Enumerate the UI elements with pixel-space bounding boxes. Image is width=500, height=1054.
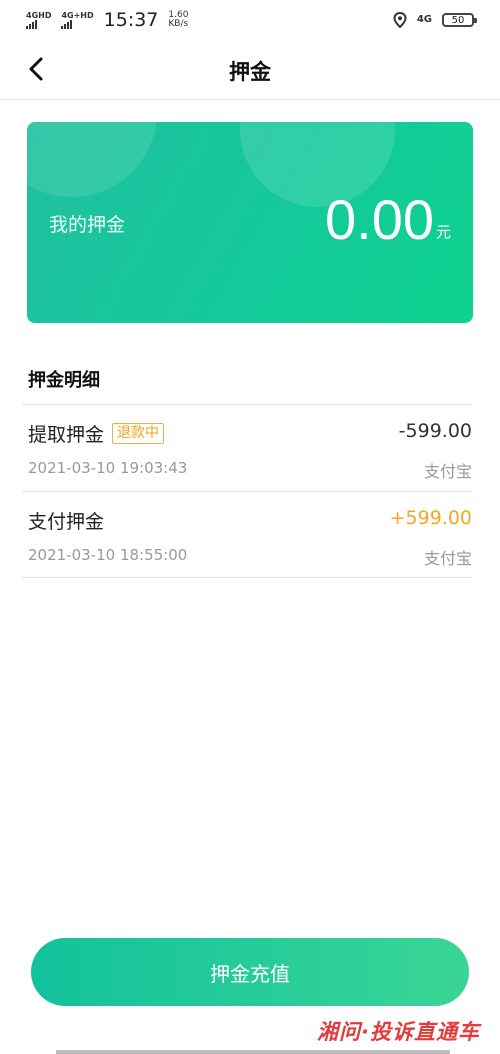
network-label: 4G+HD — [61, 11, 94, 20]
deposit-label: 我的押金 — [49, 214, 126, 236]
details-title: 押金明细 — [28, 370, 100, 391]
record-payment-method: 支付宝 — [423, 549, 472, 568]
location-icon — [393, 12, 407, 28]
deposit-amount-unit: 元 — [435, 223, 451, 241]
watermark: 湘问·投诉直通车 — [317, 1020, 480, 1044]
list-item[interactable]: 支付押金 +599.00 2021-03-10 18:55:00 支付宝 — [22, 491, 472, 578]
deposit-detail-list: 提取押金 退款中 -599.00 2021-03-10 19:03:43 支付宝… — [22, 404, 472, 578]
status-bar: 4GHD 4G+HD 15:37 1.60 KB/s 4G 50 — [0, 0, 500, 40]
record-payment-method: 支付宝 — [423, 462, 472, 481]
speed-unit: KB/s — [168, 19, 189, 29]
network-4g-icon: 4G — [416, 14, 432, 25]
signal-bars-icon — [26, 20, 37, 29]
status-badge: 退款中 — [112, 423, 165, 444]
status-time: 15:37 — [103, 9, 159, 31]
deposit-amount-value: 0.00 — [324, 188, 434, 251]
record-title-text: 提取押金 — [28, 424, 105, 446]
status-bar-right: 4G 50 — [393, 12, 477, 28]
record-title: 提取押金 退款中 — [28, 420, 165, 447]
record-title-text: 支付押金 — [28, 511, 105, 533]
record-time: 2021-03-10 19:03:43 — [28, 459, 188, 477]
network-indicator-2: 4G+HD — [61, 11, 94, 29]
network-indicator-1: 4GHD — [26, 11, 51, 29]
record-title: 支付押金 — [28, 507, 104, 534]
nav-bar: 押金 — [0, 40, 500, 100]
deposit-amount: 0.00 元 — [325, 190, 451, 250]
record-amount: -599.00 — [398, 420, 472, 442]
network-speed: 1.60 KB/s — [168, 11, 188, 29]
battery-icon: 50 — [442, 13, 477, 27]
record-amount: +599.00 — [389, 507, 472, 529]
card-decoration — [27, 122, 157, 197]
record-time: 2021-03-10 18:55:00 — [28, 546, 188, 564]
deposit-card: 我的押金 0.00 元 — [27, 122, 473, 323]
signal-bars-icon — [61, 20, 73, 29]
status-bar-left: 4GHD 4G+HD 15:37 1.60 KB/s — [26, 9, 188, 31]
page-title: 押金 — [229, 60, 271, 84]
home-indicator — [56, 1050, 450, 1054]
network-label: 4GHD — [26, 11, 52, 20]
list-item[interactable]: 提取押金 退款中 -599.00 2021-03-10 19:03:43 支付宝 — [22, 404, 472, 491]
recharge-deposit-button[interactable]: 押金充值 — [31, 938, 469, 1006]
